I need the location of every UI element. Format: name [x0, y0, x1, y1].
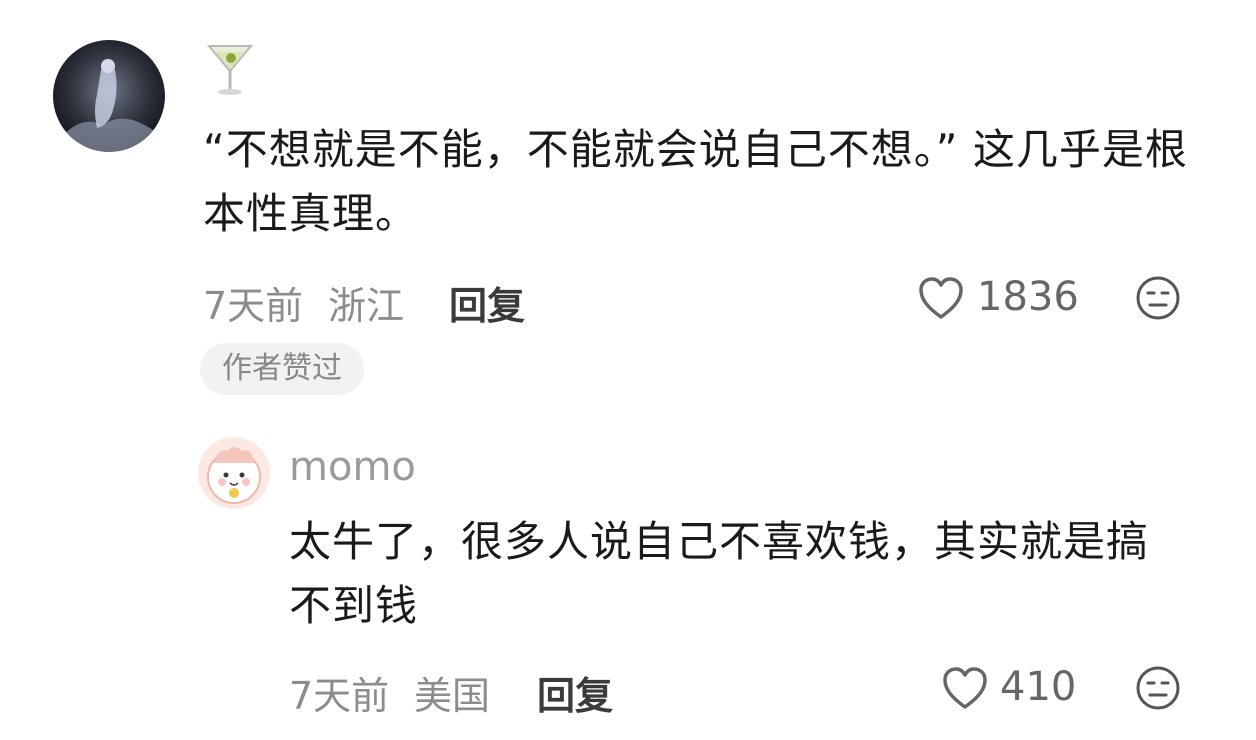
cocktail-glass-icon[interactable] — [205, 40, 255, 98]
face-icon[interactable] — [1134, 274, 1182, 322]
reply-like-count: 410 — [1000, 664, 1077, 710]
reply-text: 太牛了，很多人说自己不喜欢钱，其实就是搞不到钱 — [289, 517, 1150, 630]
comment-time: 7天前 — [203, 284, 304, 328]
reply-time: 7天前 — [289, 674, 390, 718]
comment-text: “不想就是不能，不能就会说自己不想。” 这几乎是根本性真理。 — [203, 125, 1188, 238]
heart-outline-icon[interactable] — [917, 275, 965, 321]
reply-reply-button[interactable]: 回复 — [537, 665, 613, 720]
comment-location: 浙江 — [328, 284, 405, 328]
reply-username[interactable]: momo — [289, 444, 416, 490]
commenter-avatar[interactable] — [53, 40, 165, 152]
comment-like-count: 1836 — [977, 274, 1079, 320]
reply-avatar-image — [198, 437, 270, 509]
heart-outline-icon[interactable] — [941, 665, 989, 711]
comment-reply-button[interactable]: 回复 — [449, 275, 525, 330]
reply-location: 美国 — [414, 674, 491, 718]
avatar-image — [53, 40, 165, 152]
reply-avatar[interactable] — [198, 437, 270, 509]
author-liked-badge: 作者赞过 — [200, 343, 364, 395]
face-icon[interactable] — [1134, 664, 1182, 712]
